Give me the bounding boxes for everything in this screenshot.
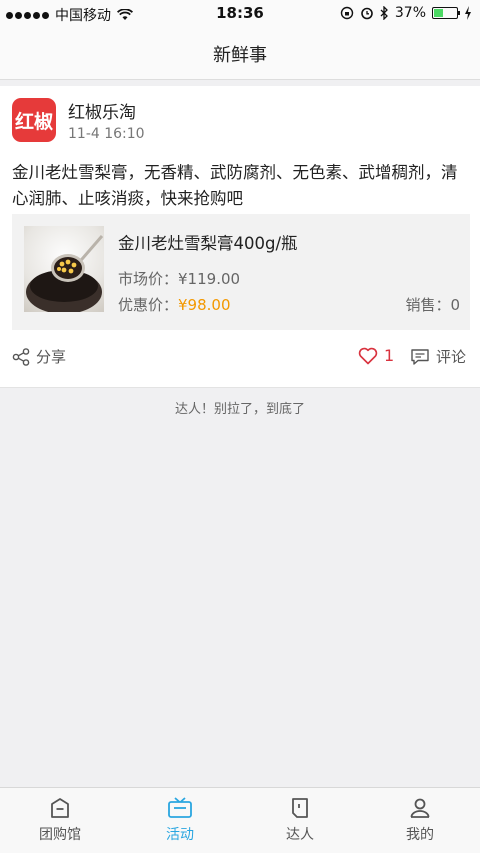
share-label: 分享: [36, 348, 67, 366]
sale-price: 优惠价：¥98.00: [118, 294, 231, 315]
bluetooth-icon: [380, 6, 388, 20]
nav-bar: 新鲜事: [0, 28, 480, 80]
battery-icon: [432, 7, 460, 19]
comment-label: 评论: [436, 348, 467, 366]
alarm-icon: [361, 7, 373, 20]
tab-mine[interactable]: 我的: [360, 788, 480, 853]
heart-icon: [358, 347, 378, 364]
shop-name[interactable]: 红椒乐淘: [68, 98, 136, 123]
product-title: 金川老灶雪梨膏400g/瓶: [118, 234, 298, 253]
market-price-label: 市场价：: [118, 270, 179, 288]
status-right: 37%: [340, 5, 472, 21]
comment-button[interactable]: 评论: [410, 346, 466, 367]
post-time: 11-4 16:10: [68, 126, 145, 142]
rotation-lock-icon: [340, 6, 354, 20]
sales-value: 0: [450, 296, 460, 314]
tab-label: 活动: [166, 827, 194, 843]
tab-bar: 团购馆 活动 达人 我的: [0, 787, 480, 853]
sale-price-label: 优惠价：: [118, 296, 179, 314]
tab-expert[interactable]: 达人: [240, 788, 360, 853]
charging-icon: [465, 6, 471, 20]
sale-price-value: ¥98.00: [178, 296, 231, 314]
product-image: [24, 226, 104, 312]
comment-icon: [411, 348, 429, 365]
sales-count: 销售：0: [405, 294, 460, 315]
page-title: 新鲜事: [213, 44, 267, 66]
tab-label: 我的: [406, 827, 434, 843]
shop-icon: [51, 798, 69, 818]
like-button[interactable]: 1: [358, 346, 394, 365]
person-card-icon: [292, 798, 308, 818]
tab-activity[interactable]: 活动: [120, 788, 240, 853]
tv-icon: [168, 797, 192, 818]
tab-label: 达人: [286, 827, 314, 843]
share-button[interactable]: 分享: [12, 346, 66, 367]
status-bar: 中国移动 18:36 37%: [0, 0, 480, 28]
post-actions: 分享 1 评论: [0, 342, 480, 376]
market-price: 市场价：¥119.00: [118, 268, 240, 289]
market-price-value: ¥119.00: [178, 270, 241, 288]
tab-group-buy[interactable]: 团购馆: [0, 788, 120, 853]
sales-label: 销售：: [405, 296, 451, 314]
post-card[interactable]: 红椒 红椒乐淘 11-4 16:10 金川老灶雪梨膏，无香精、武防腐剂、无色素、…: [0, 86, 480, 388]
product-card[interactable]: 金川老灶雪梨膏400g/瓶 市场价：¥119.00 优惠价：¥98.00 销售：…: [12, 214, 470, 330]
user-icon: [410, 798, 430, 818]
battery-percent: 37%: [394, 5, 426, 21]
like-count: 1: [384, 346, 395, 365]
shop-avatar[interactable]: 红椒: [12, 98, 56, 142]
tab-label: 团购馆: [39, 827, 81, 843]
post-text: 金川老灶雪梨膏，无香精、武防腐剂、无色素、武增稠剂，清心润肺、止咳消痰，快来抢购…: [12, 163, 458, 208]
end-of-list-text: 达人！别拉了，到底了: [174, 402, 305, 417]
share-icon: [12, 347, 30, 366]
